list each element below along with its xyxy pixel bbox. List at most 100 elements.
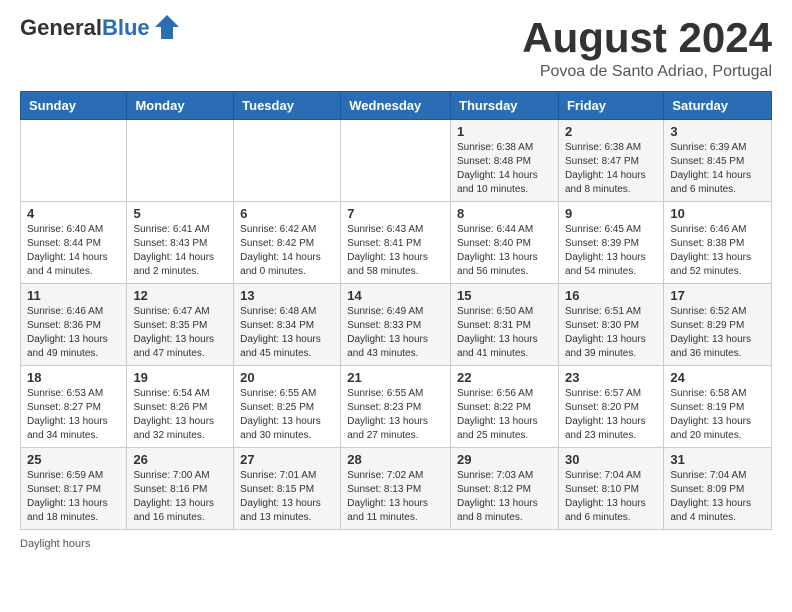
day-number: 16 — [565, 288, 657, 303]
day-info: Sunrise: 6:55 AM Sunset: 8:23 PM Dayligh… — [347, 387, 444, 443]
day-number: 11 — [27, 288, 120, 303]
calendar-cell — [234, 120, 341, 202]
day-number: 28 — [347, 452, 444, 467]
calendar-cell: 20 Sunrise: 6:55 AM Sunset: 8:25 PM Dayli… — [234, 366, 341, 448]
weekday-header: Saturday — [664, 92, 772, 120]
day-info: Sunrise: 7:00 AM Sunset: 8:16 PM Dayligh… — [133, 469, 227, 525]
day-info: Sunrise: 6:45 AM Sunset: 8:39 PM Dayligh… — [565, 223, 657, 279]
day-info: Sunrise: 6:49 AM Sunset: 8:33 PM Dayligh… — [347, 305, 444, 361]
day-info: Sunrise: 6:43 AM Sunset: 8:41 PM Dayligh… — [347, 223, 444, 279]
day-number: 20 — [240, 370, 334, 385]
calendar-cell: 18 Sunrise: 6:53 AM Sunset: 8:27 PM Dayli… — [21, 366, 127, 448]
day-info: Sunrise: 6:53 AM Sunset: 8:27 PM Dayligh… — [27, 387, 120, 443]
calendar-cell: 23 Sunrise: 6:57 AM Sunset: 8:20 PM Dayli… — [558, 366, 663, 448]
day-info: Sunrise: 6:44 AM Sunset: 8:40 PM Dayligh… — [457, 223, 552, 279]
day-info: Sunrise: 6:40 AM Sunset: 8:44 PM Dayligh… — [27, 223, 120, 279]
day-number: 25 — [27, 452, 120, 467]
day-info: Sunrise: 6:39 AM Sunset: 8:45 PM Dayligh… — [670, 141, 765, 197]
calendar-cell — [341, 120, 451, 202]
calendar-cell: 21Sunrise: 6:55 AM Sunset: 8:23 PM Dayli… — [341, 366, 451, 448]
day-number: 24 — [670, 370, 765, 385]
day-number: 14 — [347, 288, 444, 303]
day-info: Sunrise: 6:48 AM Sunset: 8:34 PM Dayligh… — [240, 305, 334, 361]
calendar-cell: 19Sunrise: 6:54 AM Sunset: 8:26 PM Dayli… — [127, 366, 234, 448]
calendar-cell: 5Sunrise: 6:41 AM Sunset: 8:43 PM Daylig… — [127, 202, 234, 284]
day-number: 4 — [27, 206, 120, 221]
day-number: 27 — [240, 452, 334, 467]
calendar-cell: 12Sunrise: 6:47 AM Sunset: 8:35 PM Dayli… — [127, 284, 234, 366]
day-number: 18 — [27, 370, 120, 385]
day-info: Sunrise: 6:56 AM Sunset: 8:22 PM Dayligh… — [457, 387, 552, 443]
footer: Daylight hours — [20, 538, 772, 550]
day-info: Sunrise: 6:58 AM Sunset: 8:19 PM Dayligh… — [670, 387, 765, 443]
day-info: Sunrise: 6:54 AM Sunset: 8:26 PM Dayligh… — [133, 387, 227, 443]
calendar-cell: 17Sunrise: 6:52 AM Sunset: 8:29 PM Dayli… — [664, 284, 772, 366]
weekday-row: SundayMondayTuesdayWednesdayThursdayFrid… — [21, 92, 772, 120]
calendar-cell: 7 Sunrise: 6:43 AM Sunset: 8:41 PM Daylig… — [341, 202, 451, 284]
calendar-cell: 27 Sunrise: 7:01 AM Sunset: 8:15 PM Dayli… — [234, 448, 341, 530]
title-section: August 2024 Povoa de Santo Adriao, Portu… — [522, 15, 772, 81]
logo-text: GeneralBlue — [20, 16, 150, 40]
day-info: Sunrise: 6:52 AM Sunset: 8:29 PM Dayligh… — [670, 305, 765, 361]
calendar-cell: 30Sunrise: 7:04 AM Sunset: 8:10 PM Dayli… — [558, 448, 663, 530]
calendar-title: August 2024 — [522, 15, 772, 61]
calendar-cell: 2Sunrise: 6:38 AM Sunset: 8:47 PM Daylig… — [558, 120, 663, 202]
calendar-cell: 3 Sunrise: 6:39 AM Sunset: 8:45 PM Daylig… — [664, 120, 772, 202]
day-info: Sunrise: 6:51 AM Sunset: 8:30 PM Dayligh… — [565, 305, 657, 361]
day-info: Sunrise: 6:59 AM Sunset: 8:17 PM Dayligh… — [27, 469, 120, 525]
day-info: Sunrise: 6:50 AM Sunset: 8:31 PM Dayligh… — [457, 305, 552, 361]
day-info: Sunrise: 6:38 AM Sunset: 8:48 PM Dayligh… — [457, 141, 552, 197]
day-number: 9 — [565, 206, 657, 221]
calendar-cell: 22 Sunrise: 6:56 AM Sunset: 8:22 PM Dayli… — [451, 366, 559, 448]
calendar-cell: 29 Sunrise: 7:03 AM Sunset: 8:12 PM Dayli… — [451, 448, 559, 530]
day-number: 13 — [240, 288, 334, 303]
day-info: Sunrise: 6:41 AM Sunset: 8:43 PM Dayligh… — [133, 223, 227, 279]
day-number: 15 — [457, 288, 552, 303]
calendar-week-row: 18 Sunrise: 6:53 AM Sunset: 8:27 PM Dayli… — [21, 366, 772, 448]
day-number: 8 — [457, 206, 552, 221]
calendar-body: 1 Sunrise: 6:38 AM Sunset: 8:48 PM Daylig… — [21, 120, 772, 530]
calendar-header: SundayMondayTuesdayWednesdayThursdayFrid… — [21, 92, 772, 120]
day-number: 3 — [670, 124, 765, 139]
weekday-header: Sunday — [21, 92, 127, 120]
weekday-header: Monday — [127, 92, 234, 120]
calendar-cell: 9 Sunrise: 6:45 AM Sunset: 8:39 PM Daylig… — [558, 202, 663, 284]
day-number: 10 — [670, 206, 765, 221]
day-info: Sunrise: 7:03 AM Sunset: 8:12 PM Dayligh… — [457, 469, 552, 525]
calendar-cell: 28Sunrise: 7:02 AM Sunset: 8:13 PM Dayli… — [341, 448, 451, 530]
calendar-cell — [21, 120, 127, 202]
weekday-header: Wednesday — [341, 92, 451, 120]
calendar-cell: 1 Sunrise: 6:38 AM Sunset: 8:48 PM Daylig… — [451, 120, 559, 202]
calendar-cell: 13 Sunrise: 6:48 AM Sunset: 8:34 PM Dayli… — [234, 284, 341, 366]
day-number: 7 — [347, 206, 444, 221]
day-number: 23 — [565, 370, 657, 385]
calendar-cell: 14 Sunrise: 6:49 AM Sunset: 8:33 PM Dayli… — [341, 284, 451, 366]
weekday-header: Friday — [558, 92, 663, 120]
calendar-cell: 8 Sunrise: 6:44 AM Sunset: 8:40 PM Daylig… — [451, 202, 559, 284]
day-info: Sunrise: 6:38 AM Sunset: 8:47 PM Dayligh… — [565, 141, 657, 197]
calendar-week-row: 4 Sunrise: 6:40 AM Sunset: 8:44 PM Daylig… — [21, 202, 772, 284]
calendar-cell: 26 Sunrise: 7:00 AM Sunset: 8:16 PM Dayli… — [127, 448, 234, 530]
calendar-cell: 24 Sunrise: 6:58 AM Sunset: 8:19 PM Dayli… — [664, 366, 772, 448]
weekday-header: Thursday — [451, 92, 559, 120]
day-number: 22 — [457, 370, 552, 385]
day-number: 1 — [457, 124, 552, 139]
day-info: Sunrise: 6:46 AM Sunset: 8:38 PM Dayligh… — [670, 223, 765, 279]
day-info: Sunrise: 6:42 AM Sunset: 8:42 PM Dayligh… — [240, 223, 334, 279]
day-info: Sunrise: 7:04 AM Sunset: 8:10 PM Dayligh… — [565, 469, 657, 525]
calendar-week-row: 25 Sunrise: 6:59 AM Sunset: 8:17 PM Dayli… — [21, 448, 772, 530]
calendar-week-row: 1 Sunrise: 6:38 AM Sunset: 8:48 PM Daylig… — [21, 120, 772, 202]
logo-icon — [153, 13, 181, 41]
calendar-cell: 6Sunrise: 6:42 AM Sunset: 8:42 PM Daylig… — [234, 202, 341, 284]
calendar-week-row: 11Sunrise: 6:46 AM Sunset: 8:36 PM Dayli… — [21, 284, 772, 366]
calendar-cell: 31Sunrise: 7:04 AM Sunset: 8:09 PM Dayli… — [664, 448, 772, 530]
day-number: 26 — [133, 452, 227, 467]
day-info: Sunrise: 6:55 AM Sunset: 8:25 PM Dayligh… — [240, 387, 334, 443]
day-number: 29 — [457, 452, 552, 467]
day-info: Sunrise: 6:57 AM Sunset: 8:20 PM Dayligh… — [565, 387, 657, 443]
calendar-cell: 10 Sunrise: 6:46 AM Sunset: 8:38 PM Dayli… — [664, 202, 772, 284]
daylight-label: Daylight hours — [20, 538, 90, 550]
logo: GeneralBlue — [20, 15, 181, 41]
calendar-cell — [127, 120, 234, 202]
day-info: Sunrise: 7:01 AM Sunset: 8:15 PM Dayligh… — [240, 469, 334, 525]
